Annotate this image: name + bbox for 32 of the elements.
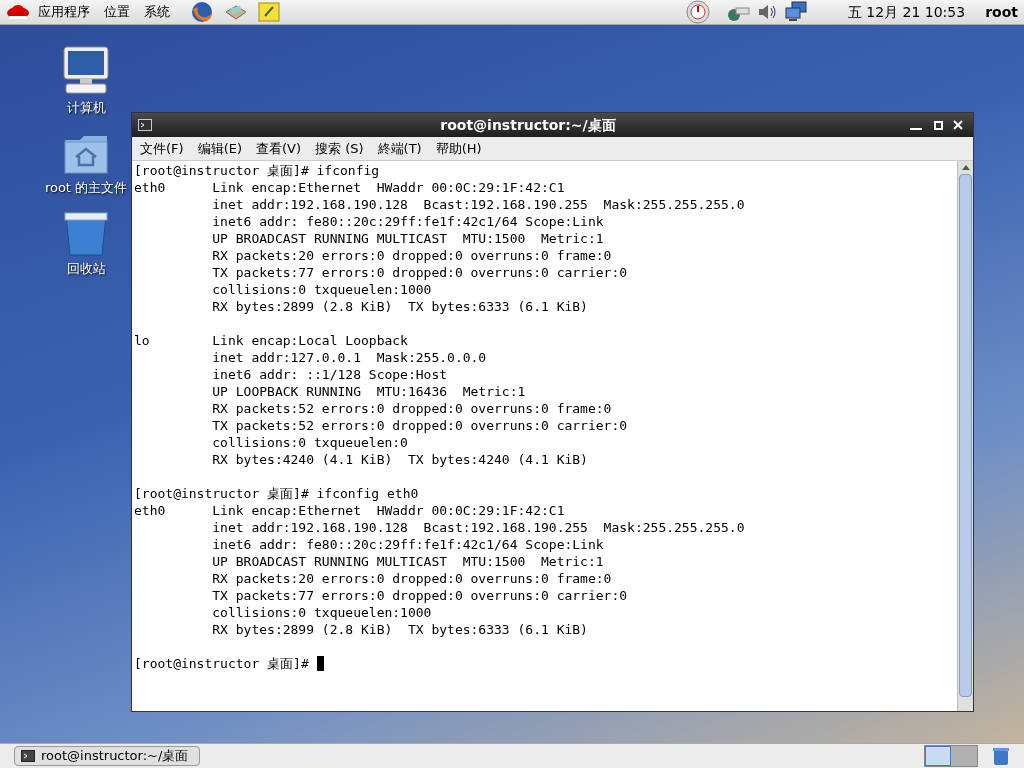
notepad-icon[interactable]: [258, 2, 280, 22]
firefox-icon[interactable]: [190, 1, 214, 23]
menu-item[interactable]: 位置: [104, 2, 130, 22]
workspace-switcher[interactable]: [925, 746, 951, 766]
menu-item[interactable]: 終端(T): [377, 138, 422, 159]
menu-item[interactable]: 查看(V): [256, 138, 302, 159]
menu-item[interactable]: 应用程序: [38, 2, 90, 22]
monitor-icon[interactable]: [783, 1, 808, 23]
icon-label[interactable]: 回收站: [66, 259, 106, 279]
menu-item[interactable]: 文件(F): [140, 138, 184, 159]
menu-item[interactable]: 编辑(E): [197, 138, 242, 159]
computer-icon[interactable]: [60, 44, 112, 96]
icon-label[interactable]: 计算机: [66, 98, 106, 118]
scroll-up-icon[interactable]: [961, 165, 970, 170]
gauge-icon[interactable]: [683, 0, 712, 24]
maximize-button[interactable]: [934, 120, 943, 130]
scrollbar[interactable]: [957, 161, 973, 711]
trash-icon[interactable]: [992, 746, 1010, 766]
redhat-logo-icon[interactable]: [6, 3, 30, 21]
taskbar-button[interactable]: root@instructor:~/桌面: [14, 746, 200, 766]
user-name[interactable]: root: [985, 1, 1018, 23]
close-icon[interactable]: [953, 120, 963, 130]
window-title: root@instructor:~/桌面: [439, 115, 617, 135]
trash-icon[interactable]: [64, 211, 108, 257]
terminal-icon: [138, 119, 152, 131]
terminal-icon: [21, 750, 35, 762]
menu-item[interactable]: 搜索 (S): [315, 138, 364, 159]
workspace-switcher[interactable]: [951, 746, 977, 766]
clock-text[interactable]: 五 12月 21 10:53: [847, 1, 966, 23]
menu-item[interactable]: 帮助(H): [435, 138, 482, 159]
icon-label[interactable]: root 的主文件: [44, 177, 128, 197]
menu-item[interactable]: 系统: [144, 2, 170, 22]
